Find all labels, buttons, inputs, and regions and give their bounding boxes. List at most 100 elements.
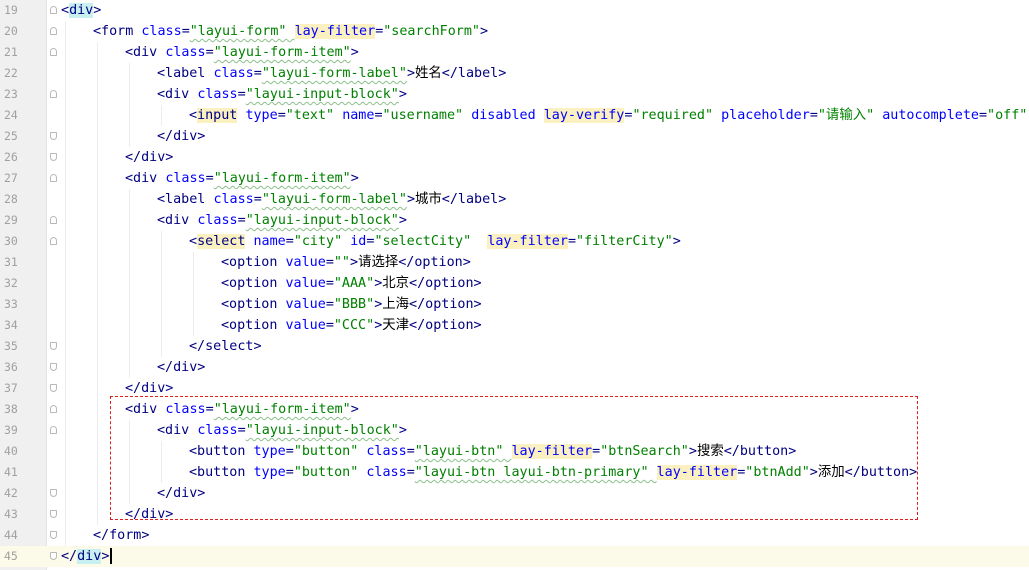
code-text[interactable]: <div class="layui-input-block"> (157, 210, 407, 231)
fold-marker-icon[interactable] (50, 384, 57, 392)
code-line[interactable]: 41 <button type="button" class="layui-btn… (0, 462, 1029, 483)
code-text[interactable]: </div> (61, 546, 112, 567)
code-text[interactable]: <label class="layui-form-label">城市</labe… (157, 189, 506, 210)
code-line[interactable]: 42 </div> (0, 483, 1029, 504)
indent-guide (129, 294, 130, 315)
code-line[interactable]: 25 </div> (0, 126, 1029, 147)
code-text[interactable]: <div class="layui-form-item"> (125, 399, 359, 420)
code-token: <option (221, 318, 286, 333)
fold-marker-icon[interactable] (50, 174, 57, 182)
fold-marker-icon[interactable] (50, 426, 57, 434)
code-line[interactable]: 19 <div> (0, 0, 1029, 21)
code-text[interactable]: <div> (61, 0, 101, 21)
code-token: "searchForm" (383, 24, 480, 39)
fold-marker-icon[interactable] (50, 153, 57, 161)
code-text[interactable]: </div> (157, 126, 205, 147)
code-text[interactable]: <div class="layui-input-block"> (157, 420, 407, 441)
code-text[interactable]: </div> (157, 483, 205, 504)
fold-marker-icon[interactable] (50, 90, 57, 98)
code-line[interactable]: 32 <option value="AAA">北京</option> (0, 273, 1029, 294)
code-line[interactable]: 45 </div> (0, 546, 1029, 567)
code-line[interactable]: 34 <option value="CCC">天津</option> (0, 315, 1029, 336)
code-text[interactable]: <option value="BBB">上海</option> (221, 294, 482, 315)
code-token: disabled (471, 108, 544, 123)
code-text[interactable]: </div> (157, 357, 205, 378)
code-token: > (398, 423, 407, 438)
code-line[interactable]: 38 <div class="layui-form-item"> (0, 399, 1029, 420)
code-text[interactable]: <button type="button" class="layui-btn" … (189, 441, 796, 462)
code-text[interactable]: <option value="">请选择</option> (221, 252, 471, 273)
indent-guide (65, 504, 66, 525)
code-token: lay-filter (487, 234, 568, 249)
code-line[interactable]: 27 <div class="layui-form-item"> (0, 168, 1029, 189)
fold-marker-icon[interactable] (50, 552, 57, 560)
code-token: = (237, 87, 246, 102)
code-text[interactable]: <button type="button" class="layui-btn l… (189, 462, 917, 483)
code-token: </div> (125, 150, 174, 165)
code-line[interactable]: 33 <option value="BBB">上海</option> (0, 294, 1029, 315)
code-editor[interactable]: 19 <div> 20 <form class="layui-form" lay-fi… (0, 0, 1029, 570)
code-text[interactable]: <option value="AAA">北京</option> (221, 273, 482, 294)
code-token: id (350, 234, 367, 249)
code-token: </div> (157, 360, 206, 375)
code-text[interactable]: </div> (125, 378, 173, 399)
fold-marker-icon[interactable] (50, 531, 57, 539)
code-text[interactable]: <option value="CCC">天津</option> (221, 315, 482, 336)
code-text[interactable]: </form> (93, 525, 149, 546)
code-text[interactable]: </select> (189, 336, 262, 357)
code-line[interactable]: 40 <button type="button" class="layui-btn… (0, 441, 1029, 462)
code-line[interactable]: 36 </div> (0, 357, 1029, 378)
code-line[interactable]: 20 <form class="layui-form" lay-filter="s… (0, 21, 1029, 42)
code-token: "layui-input-block" (245, 213, 399, 228)
fold-marker-icon[interactable] (50, 510, 57, 518)
code-line[interactable]: 31 <option value="">请选择</option> (0, 252, 1029, 273)
code-line[interactable]: 30 <select name="city" id="selectCity" la… (0, 231, 1029, 252)
code-line[interactable]: 43 </div> (0, 504, 1029, 525)
code-lines[interactable]: 19 <div> 20 <form class="layui-form" lay-fi… (0, 0, 1029, 567)
code-line[interactable]: 21 <div class="layui-form-item"> (0, 42, 1029, 63)
code-line[interactable]: 44 </form> (0, 525, 1029, 546)
fold-marker-icon[interactable] (50, 132, 57, 140)
code-token: </div> (125, 507, 174, 522)
code-text[interactable]: <label class="layui-form-label">姓名</labe… (157, 63, 506, 84)
fold-marker-icon[interactable] (50, 237, 57, 245)
code-line[interactable]: 23 <div class="layui-input-block"> (0, 84, 1029, 105)
fold-marker-icon[interactable] (50, 405, 57, 413)
code-line[interactable]: 26 </div> (0, 147, 1029, 168)
fold-marker-icon[interactable] (50, 27, 57, 35)
indent-guide (97, 189, 98, 210)
indent-guide (161, 252, 162, 273)
code-token: "layui-btn" (414, 444, 512, 459)
code-token: <div (157, 423, 198, 438)
code-token: <form (93, 24, 142, 39)
code-token: select (197, 234, 246, 249)
fold-marker-icon[interactable] (50, 216, 57, 224)
code-text[interactable]: <div class="layui-form-item"> (125, 42, 359, 63)
code-text[interactable]: </div> (125, 504, 173, 525)
fold-marker-icon[interactable] (50, 6, 57, 14)
code-token: </option> (398, 255, 471, 270)
code-text[interactable]: <div class="layui-input-block"> (157, 84, 407, 105)
code-token: "CCC" (333, 318, 375, 333)
code-line[interactable]: 29 <div class="layui-input-block"> (0, 210, 1029, 231)
fold-marker-icon[interactable] (50, 48, 57, 56)
code-line[interactable]: 35 </select> (0, 336, 1029, 357)
indent-guide (161, 294, 162, 315)
code-text[interactable]: <select name="city" id="selectCity" lay-… (189, 231, 681, 252)
code-token: = (181, 24, 190, 39)
code-line[interactable]: 37 </div> (0, 378, 1029, 399)
fold-marker-icon[interactable] (50, 363, 57, 371)
code-line[interactable]: 22 <label class="layui-form-label">姓名</la… (0, 63, 1029, 84)
indent-guide (129, 441, 130, 462)
fold-marker-icon[interactable] (50, 489, 57, 497)
code-line[interactable]: 39 <div class="layui-input-block"> (0, 420, 1029, 441)
fold-marker-icon[interactable] (50, 342, 57, 350)
code-token: = (809, 108, 818, 123)
code-text[interactable]: <form class="layui-form" lay-filter="sea… (93, 21, 488, 42)
code-line[interactable]: 24 <input type="text" name="username" dis… (0, 105, 1029, 126)
code-text[interactable]: <input type="text" name="username" disab… (189, 105, 1029, 126)
code-line[interactable]: 28 <label class="layui-form-label">城市</la… (0, 189, 1029, 210)
code-token: "off" (987, 108, 1028, 123)
code-text[interactable]: </div> (125, 147, 173, 168)
code-text[interactable]: <div class="layui-form-item"> (125, 168, 359, 189)
